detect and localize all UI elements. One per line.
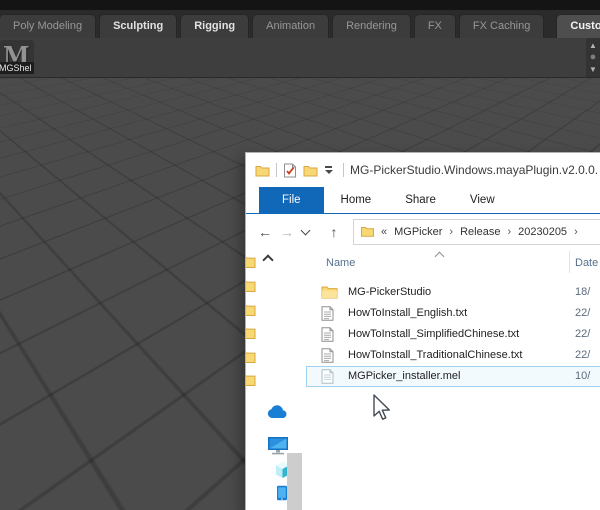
shelf-tab-fx-caching[interactable]: FX Caching [459,14,544,38]
up-button-icon[interactable]: ↑ [323,224,345,240]
file-row[interactable]: MG-PickerStudio 18/ [304,282,600,303]
breadcrumb-chevron-icon[interactable]: › [574,226,578,238]
file-date: 18/ [575,286,590,298]
explorer-titlebar[interactable]: MG-PickerStudio.Windows.mayaPlugin.v2.0.… [246,153,600,187]
ribbon-tab-file[interactable]: File [259,187,324,213]
file-name[interactable]: MGPicker_installer.mel [348,370,460,382]
navpane-folder-icon[interactable] [246,254,256,274]
breadcrumb-chevron-icon[interactable]: › [449,226,453,238]
address-folder-icon [361,226,374,237]
qat-properties-icon[interactable] [283,163,297,178]
column-header-row: Name Date [304,249,600,275]
onedrive-cloud-icon[interactable] [267,405,288,424]
shelf-scroll-widget: ▲ ● ▼ [586,38,600,77]
text-file-icon [321,348,334,363]
breadcrumb-item-release[interactable]: Release [460,226,500,238]
folder-icon [321,285,338,299]
navpane-folder-icon[interactable] [246,302,256,322]
file-row[interactable]: HowToInstall_TraditionalChinese.txt 22/ [304,345,600,366]
navpane-folder-icon[interactable] [246,372,256,392]
sort-ascending-icon[interactable] [435,252,445,262]
window-title: MG-PickerStudio.Windows.mayaPlugin.v2.0.… [350,163,600,177]
titlebar-separator [276,163,277,177]
this-pc-icon[interactable] [267,436,289,460]
navpane-scroll-up-chevron-icon[interactable] [262,254,273,265]
shelf-tab-custom[interactable]: Custom [556,14,600,38]
file-row[interactable]: HowToInstall_English.txt 22/ [304,303,600,324]
file-name[interactable]: HowToInstall_TraditionalChinese.txt [348,349,522,361]
mouse-cursor-icon [368,392,392,422]
file-date: 22/ [575,349,590,361]
navpane-folder-icon[interactable] [246,325,256,345]
qat-customize-dropdown-icon[interactable] [324,166,333,174]
navigation-pane[interactable] [246,249,304,510]
shelf-button-label: MGShel [0,62,34,74]
file-date: 10/ [575,370,590,382]
shelf-scroll-handle-icon[interactable]: ● [590,53,597,62]
address-breadcrumb-box[interactable]: « MGPicker › Release › 20230205 › [353,219,600,245]
file-name[interactable]: HowToInstall_English.txt [348,307,467,319]
mel-file-icon [321,369,334,384]
ribbon-tab-home[interactable]: Home [324,187,389,213]
back-button-icon[interactable]: ← [254,224,276,240]
file-rows: MG-PickerStudio 18/ HowToInstall_English… [304,282,600,387]
screen: Poly Modeling Sculpting Rigging Animatio… [0,0,600,510]
file-name[interactable]: HowToInstall_SimplifiedChinese.txt [348,328,519,340]
maya-menubar-strip [0,0,600,10]
column-header-name[interactable]: Name [326,257,355,269]
ribbon-tab-strip: File Home Share View [246,187,600,214]
ribbon-tab-share[interactable]: Share [388,187,453,213]
shelf-tab-poly-modeling[interactable]: Poly Modeling [0,14,96,38]
maya-shelf-tabbar: Poly Modeling Sculpting Rigging Animatio… [0,10,600,39]
shelf-tab-animation[interactable]: Animation [252,14,329,38]
window-folder-icon [255,164,270,177]
file-name[interactable]: MG-PickerStudio [348,286,431,298]
explorer-content: Name Date MG-PickerStudio 18/ [246,249,600,510]
column-divider[interactable] [569,251,570,273]
file-list: Name Date MG-PickerStudio 18/ [304,249,600,510]
navpane-folder-icon[interactable] [246,278,256,298]
address-bar: ← → ↑ « MGPicker › Release › 20230205 › [246,214,600,249]
breadcrumb-item-20230205[interactable]: 20230205 [518,226,567,238]
shelf-tab-fx[interactable]: FX [414,14,456,38]
ribbon-tab-view[interactable]: View [453,187,512,213]
breadcrumb-chevron-icon[interactable]: › [507,226,511,238]
shelf-tab-sculpting[interactable]: Sculpting [99,14,177,38]
maya-shelf: M MGShel ▲ ● ▼ [0,38,600,78]
text-file-icon [321,306,334,321]
recent-locations-chevron-icon[interactable] [301,225,311,235]
breadcrumb-item-mgpicker[interactable]: MGPicker [394,226,442,238]
shelf-scroll-down-icon[interactable]: ▼ [589,65,597,74]
file-date: 22/ [575,328,590,340]
qat-new-folder-icon[interactable] [303,164,318,177]
explorer-window: MG-PickerStudio.Windows.mayaPlugin.v2.0.… [245,152,600,510]
file-row[interactable]: HowToInstall_SimplifiedChinese.txt 22/ [304,324,600,345]
forward-button-icon[interactable]: → [276,224,298,240]
column-header-date[interactable]: Date [575,257,598,269]
navpane-scrollbar-thumb[interactable] [287,453,302,510]
breadcrumb-overflow-icon[interactable]: « [381,226,387,238]
file-row-highlighted[interactable]: MGPicker_installer.mel 10/ [304,366,600,387]
shelf-tab-rendering[interactable]: Rendering [332,14,411,38]
file-date: 22/ [575,307,590,319]
shelf-tab-rigging[interactable]: Rigging [180,14,249,38]
navpane-folder-icon[interactable] [246,349,256,369]
text-file-icon [321,327,334,342]
titlebar-separator-2 [343,163,344,177]
shelf-scroll-up-icon[interactable]: ▲ [589,41,597,50]
